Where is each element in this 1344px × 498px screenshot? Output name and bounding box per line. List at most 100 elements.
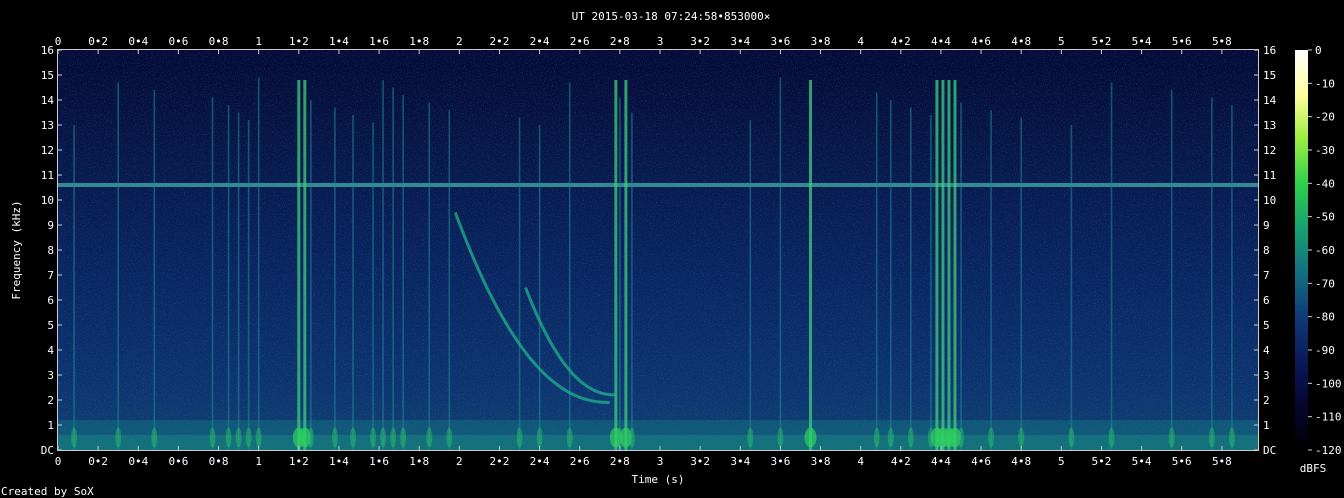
colorbar-tick-label: -60	[1315, 244, 1335, 257]
colorbar-tick-label: -90	[1315, 344, 1335, 357]
y-tick-label-right: 13	[1263, 119, 1276, 132]
y-tick-label-left: 10	[41, 194, 54, 207]
impulse-low-burst	[349, 427, 356, 448]
x-tick-label-top: 5•8	[1212, 35, 1232, 48]
x-tick-label-top: 1•6	[369, 35, 389, 48]
y-tick-label-left: 4	[47, 344, 54, 357]
impulse-low-burst	[209, 427, 216, 448]
colorbar	[1295, 50, 1308, 450]
y-tick-label-left: 13	[41, 119, 54, 132]
y-tick-label-left: 7	[47, 269, 54, 282]
impulse-low-burst	[235, 427, 242, 448]
y-tick-label-left: 15	[41, 69, 54, 82]
impulse-low-burst	[245, 427, 252, 448]
colorbar-tick-label: -10	[1315, 77, 1335, 90]
x-tick-label-bottom: 3•8	[811, 455, 831, 468]
x-tick-label-top: 2•4	[530, 35, 550, 48]
impulse-low-burst	[628, 427, 635, 448]
y-tick-label-right: 3	[1263, 369, 1270, 382]
impulse-low-burst	[115, 427, 122, 448]
x-tick-label-bottom: 4•8	[1011, 455, 1031, 468]
x-axis-label: Time (s)	[632, 473, 685, 486]
x-tick-label-top: 4•8	[1011, 35, 1031, 48]
y-tick-label-right: 10	[1263, 194, 1276, 207]
x-tick-label-bottom: 0	[55, 455, 62, 468]
x-tick-label-top: 0•4	[128, 35, 148, 48]
y-tick-label-left: 11	[41, 169, 54, 182]
x-tick-label-top: 4•6	[971, 35, 991, 48]
impulse-low-burst	[151, 427, 158, 448]
y-tick-label-left: 6	[47, 294, 54, 307]
impulse-low-burst	[1018, 427, 1025, 448]
y-tick-label-left: DC	[41, 444, 54, 457]
x-tick-label-bottom: 2•4	[530, 455, 550, 468]
x-tick-label-bottom: 2•8	[610, 455, 630, 468]
impulse-low-burst	[1068, 427, 1075, 448]
x-tick-label-bottom: 2•6	[570, 455, 590, 468]
impulse-low-burst	[873, 427, 880, 448]
impulse-low-burst	[958, 427, 965, 448]
footer-credit: Created by SoX	[1, 485, 94, 498]
x-tick-label-top: 5	[1058, 35, 1065, 48]
impulse-low-burst	[536, 427, 543, 448]
impulse-low-burst	[1108, 427, 1115, 448]
x-tick-label-bottom: 5	[1058, 455, 1065, 468]
impulse-low-burst	[747, 427, 754, 448]
x-tick-label-bottom: 3•2	[690, 455, 710, 468]
x-tick-label-top: 3•8	[811, 35, 831, 48]
colorbar-tick-label: -110	[1315, 411, 1342, 424]
y-tick-label-left: 3	[47, 369, 54, 382]
y-tick-label-right: 15	[1263, 69, 1276, 82]
impulse-low-burst	[390, 427, 397, 448]
x-tick-label-top: 5•4	[1132, 35, 1152, 48]
impulse-low-burst	[380, 427, 387, 448]
x-tick-label-bottom: 0•6	[168, 455, 188, 468]
x-tick-label-top: 3•6	[770, 35, 790, 48]
impulse-low-burst	[446, 427, 453, 448]
x-tick-label-bottom: 3•4	[730, 455, 750, 468]
impulse-low-burst	[516, 427, 523, 448]
y-tick-label-right: 4	[1263, 344, 1270, 357]
x-tick-label-top: 2•8	[610, 35, 630, 48]
x-tick-label-bottom: 5•8	[1212, 455, 1232, 468]
x-tick-label-bottom: 1•8	[409, 455, 429, 468]
x-tick-label-top: 1•2	[289, 35, 309, 48]
y-tick-label-left: 9	[47, 219, 54, 232]
x-tick-label-bottom: 2	[456, 455, 463, 468]
impulse-low-burst	[566, 427, 573, 448]
y-tick-label-right: 1	[1263, 419, 1270, 432]
y-tick-label-right: 6	[1263, 294, 1270, 307]
y-tick-label-right: 14	[1263, 94, 1277, 107]
y-tick-label-left: 16	[41, 44, 54, 57]
y-tick-label-left: 1	[47, 419, 54, 432]
x-tick-label-top: 4•4	[931, 35, 951, 48]
x-tick-label-bottom: 4•6	[971, 455, 991, 468]
impulse-low-burst	[426, 427, 433, 448]
impulse-low-burst	[988, 427, 995, 448]
colorbar-tick-label: -30	[1315, 144, 1335, 157]
impulse-low-burst	[804, 427, 817, 448]
y-tick-label-left: 12	[41, 144, 54, 157]
colorbar-tick-label: -20	[1315, 111, 1335, 124]
x-tick-label-top: 0•2	[88, 35, 108, 48]
x-tick-label-bottom: 0•4	[128, 455, 148, 468]
x-tick-label-top: 5•2	[1092, 35, 1112, 48]
chart-title: UT 2015-03-18 07:24:58•853000×	[572, 10, 771, 23]
x-tick-label-bottom: 0•8	[209, 455, 229, 468]
colorbar-tick-label: -100	[1315, 377, 1342, 390]
x-tick-label-top: 0•6	[168, 35, 188, 48]
x-tick-label-top: 2•6	[570, 35, 590, 48]
colorbar-tick-label: -120	[1315, 444, 1342, 457]
x-tick-label-top: 1•4	[329, 35, 349, 48]
impulse-low-burst	[400, 427, 407, 448]
x-tick-label-top: 2	[456, 35, 463, 48]
y-tick-label-right: 2	[1263, 394, 1270, 407]
impulse-low-burst	[71, 427, 78, 448]
y-tick-label-left: 2	[47, 394, 54, 407]
x-tick-label-top: 2•2	[490, 35, 510, 48]
impulse-low-burst	[331, 427, 338, 448]
impulse-low-burst	[777, 427, 784, 448]
y-tick-label-left: 14	[41, 94, 55, 107]
y-tick-label-left: 8	[47, 244, 54, 257]
x-tick-label-bottom: 5•2	[1092, 455, 1112, 468]
